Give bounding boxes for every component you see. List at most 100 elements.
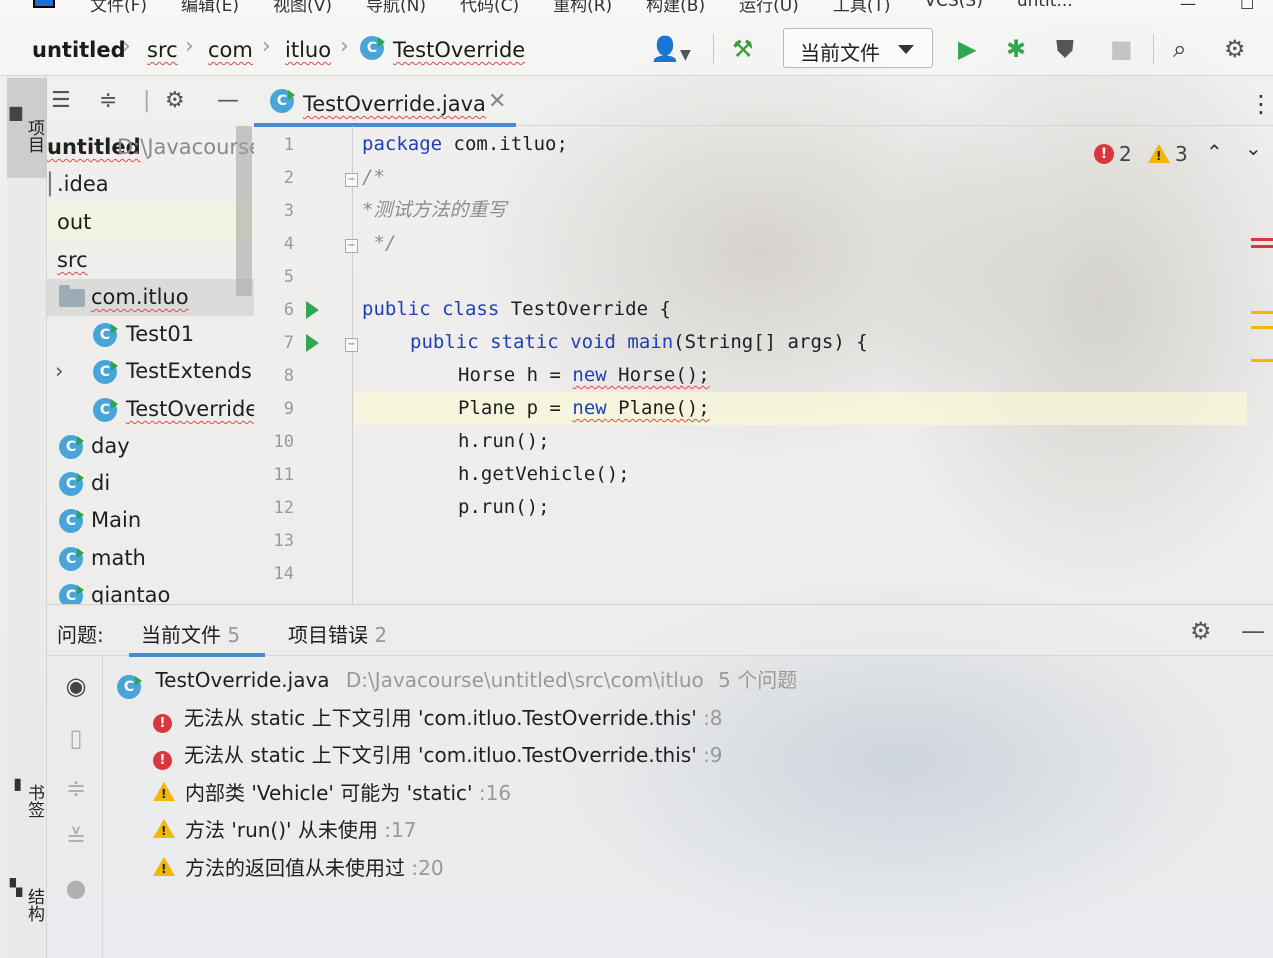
project-tree: untitled D:\Javacourse ▏ .idea ▏ out ▏ s… xyxy=(47,126,254,604)
project-tool-tab[interactable]: 项目 ▆ xyxy=(7,78,47,178)
menu-build[interactable]: 构建(B) xyxy=(646,0,705,14)
menu-tools[interactable]: 工具(T) xyxy=(833,0,891,14)
folder-icon: ▆ xyxy=(9,102,22,121)
breadcrumb-itluo[interactable]: itluo xyxy=(285,38,331,62)
class-icon: C xyxy=(59,435,84,459)
class-icon: C xyxy=(93,323,118,347)
debug-icon[interactable]: ✱ xyxy=(1006,36,1026,62)
search-icon[interactable]: ⌕ xyxy=(1173,36,1186,62)
gear-icon[interactable]: ⚙ xyxy=(1224,36,1246,62)
warning-count: 3 xyxy=(1175,142,1188,166)
breadcrumb-com[interactable]: com xyxy=(208,38,253,62)
tree-item-class[interactable]: C Main xyxy=(47,502,254,539)
run-icon[interactable]: ▶ xyxy=(958,36,976,62)
problems-toolbar: ◉ ▯ ≑ ≚ ● xyxy=(47,656,103,958)
breadcrumb-class[interactable]: TestOverride xyxy=(393,38,525,62)
run-gutter-icon[interactable] xyxy=(306,301,319,319)
tree-item-class[interactable]: C TestOverride xyxy=(47,391,254,428)
eye-icon[interactable]: ◉ xyxy=(61,672,91,700)
coverage-icon[interactable]: ⛊ xyxy=(1056,36,1074,62)
problem-item[interactable]: 方法 'run()' 从未使用 :17 xyxy=(153,814,416,843)
problem-item[interactable]: ! 无法从 static 上下文引用 'com.itluo.TestOverrid… xyxy=(153,702,723,733)
tree-item-package[interactable]: com.itluo xyxy=(47,279,254,316)
tree-item-class[interactable]: C di xyxy=(47,465,254,502)
tree-item-class[interactable]: C qiantao xyxy=(47,577,254,604)
chevron-right-icon[interactable]: › xyxy=(55,359,63,383)
run-gutter-icon[interactable] xyxy=(306,334,319,352)
problems-file-path: D:\Javacourse\untitled\src\com\itluo xyxy=(345,668,704,692)
run-config-selector[interactable]: 当前文件 xyxy=(783,28,933,68)
menu-vcs[interactable]: VCS(S) xyxy=(924,0,982,14)
user-icon[interactable]: 👤 xyxy=(650,36,680,62)
expand-all-icon[interactable]: ☰ xyxy=(51,88,71,113)
warning-stripe-mark[interactable] xyxy=(1251,311,1273,314)
tree-item-class[interactable]: C Test01 xyxy=(47,316,254,353)
error-stripe-mark[interactable] xyxy=(1251,245,1273,248)
chevron-up-icon[interactable]: ⌃ xyxy=(1206,140,1223,164)
problems-file-node[interactable]: C TestOverride.java D:\Javacourse\untitl… xyxy=(117,664,797,699)
problem-item[interactable]: ! 无法从 static 上下文引用 'com.itluo.TestOverrid… xyxy=(153,739,723,770)
menu-file[interactable]: 文件(F) xyxy=(90,0,147,14)
toolbar-separator xyxy=(713,34,714,64)
hide-panel-icon[interactable]: — xyxy=(217,88,239,113)
chevron-down-icon[interactable]: ▼ xyxy=(680,42,691,68)
menu-items: 文件(F) 编辑(E) 视图(V) 导航(N) 代码(C) 重构(R) 构建(B… xyxy=(90,0,1073,14)
tab-project-errors[interactable]: 项目错误 2 xyxy=(288,619,387,648)
hide-panel-icon[interactable]: — xyxy=(1241,617,1265,645)
bookmarks-tool-tab[interactable]: 书签 ▮ xyxy=(7,766,47,836)
tree-root[interactable]: untitled D:\Javacourse xyxy=(47,129,254,166)
collapse-all-icon[interactable]: ≚ xyxy=(61,824,91,852)
maximize-icon[interactable]: ☐ xyxy=(1240,0,1254,13)
gear-icon[interactable]: ⚙ xyxy=(1190,617,1212,645)
hammer-icon[interactable]: ⚒ xyxy=(732,36,754,62)
editor-tab-active[interactable]: C TestOverride.java ✕ xyxy=(254,76,516,127)
gear-icon[interactable]: ⚙ xyxy=(165,88,185,113)
toolbar-separator: | xyxy=(143,88,151,113)
tree-item-idea[interactable]: ▏ .idea xyxy=(47,166,254,203)
error-stripe-mark[interactable] xyxy=(1251,238,1273,241)
code-line-12: p.run(); xyxy=(458,496,550,518)
lightbulb-icon[interactable]: ● xyxy=(61,874,91,902)
minimize-icon[interactable]: — xyxy=(1180,0,1196,13)
tree-item-class[interactable]: C math xyxy=(47,540,254,577)
menu-refactor[interactable]: 重构(R) xyxy=(553,0,612,14)
chevron-down-icon[interactable]: ⌄ xyxy=(1245,136,1262,160)
stop-icon[interactable]: ■ xyxy=(1110,36,1133,62)
close-icon[interactable]: ✕ xyxy=(488,89,506,114)
warning-stripe-mark[interactable] xyxy=(1251,359,1273,362)
tree-item-class[interactable]: C day xyxy=(47,428,254,465)
breadcrumb-project[interactable]: untitled xyxy=(32,38,126,62)
tab-current-file[interactable]: 当前文件 5 xyxy=(141,619,240,648)
more-options-icon[interactable]: ⋮ xyxy=(1249,90,1273,118)
inspection-widget[interactable]: ! 2 3 ⌃ ⌄ xyxy=(1090,136,1270,170)
expand-all-icon[interactable]: ≑ xyxy=(61,774,91,802)
tree-item-out[interactable]: ▏ out xyxy=(47,204,254,241)
preview-icon[interactable]: ▯ xyxy=(61,724,91,752)
tree-item-label: src xyxy=(57,248,88,272)
project-tree-scrollbar[interactable] xyxy=(236,126,252,296)
tree-item-class[interactable]: › C TestExtends. xyxy=(47,353,254,390)
menu-code[interactable]: 代码(C) xyxy=(460,0,519,14)
problem-line: :17 xyxy=(384,818,417,842)
menu-view[interactable]: 视图(V) xyxy=(273,0,332,14)
project-tool-tab-label: 项目 xyxy=(24,119,44,153)
code-editor[interactable]: package com.itluo; /* *测试方法的重写 */ public… xyxy=(354,126,1247,604)
menu-edit[interactable]: 编辑(E) xyxy=(181,0,239,14)
problems-list: C TestOverride.java D:\Javacourse\untitl… xyxy=(103,656,1273,958)
project-panel-toolbar: ☰ ≑ | ⚙ — xyxy=(47,76,254,126)
line-number: 4 xyxy=(283,234,294,254)
menu-run[interactable]: 运行(U) xyxy=(739,0,799,14)
warning-icon xyxy=(153,819,175,838)
tree-item-src[interactable]: ▏ src xyxy=(47,242,254,279)
problem-item[interactable]: 方法的返回值从未使用过 :20 xyxy=(153,852,444,881)
breadcrumb-src[interactable]: src xyxy=(147,38,178,62)
problem-item[interactable]: 内部类 'Vehicle' 可能为 'static' :16 xyxy=(153,777,511,806)
tab-project-errors-count: 2 xyxy=(374,623,388,647)
tab-project-errors-label: 项目错误 xyxy=(288,623,368,647)
class-icon: C xyxy=(117,675,142,699)
warning-stripe-mark[interactable] xyxy=(1251,326,1273,329)
structure-tool-tab[interactable]: 结构 ▚ xyxy=(7,870,47,940)
collapse-all-icon[interactable]: ≑ xyxy=(99,88,117,113)
tree-item-label: di xyxy=(91,471,111,495)
menu-navigate[interactable]: 导航(N) xyxy=(366,0,426,14)
